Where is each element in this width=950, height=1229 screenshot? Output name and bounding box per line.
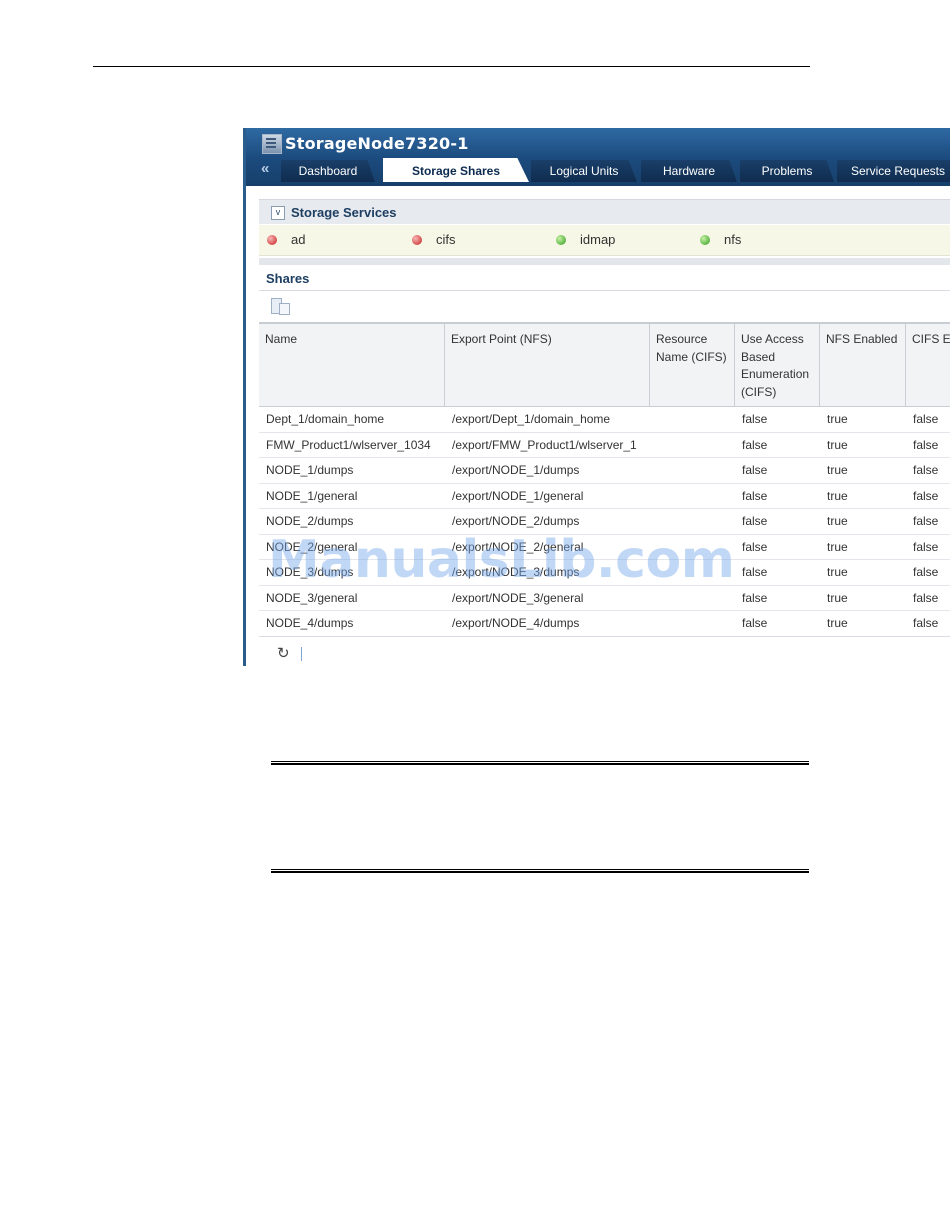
ok-status-icon (700, 234, 710, 245)
storage-services-row: ad cifs idmap nfs (259, 225, 950, 256)
cell-name: Dept_1/domain_home (266, 412, 385, 426)
cell-export-point: /export/NODE_1/dumps (452, 463, 580, 477)
cell-access-enum: false (742, 565, 768, 579)
cell-resource-name (650, 484, 735, 508)
cell-nfs-enabled: true (827, 437, 848, 452)
service-name: ad (291, 232, 306, 247)
column-header-name[interactable]: Name (259, 324, 445, 406)
cell-cifs-enabled: false (913, 616, 939, 630)
divider (259, 636, 950, 637)
cell-cifs-enabled: false (913, 412, 939, 426)
cell-export-point: /export/Dept_1/domain_home (452, 412, 611, 426)
app-title: StorageNode7320-1 (285, 134, 469, 153)
cell-access-enum: false (742, 437, 768, 452)
section-divider (259, 258, 950, 265)
toolbar-separator (301, 647, 302, 661)
cell-cifs-enabled: false (913, 565, 939, 579)
cell-export-point: /export/NODE_4/dumps (452, 616, 580, 630)
column-header-access-based-enumeration[interactable]: Use Access Based Enumeration (CIFS) (735, 324, 820, 406)
cell-export-point: /export/FMW_Product1/wlserver_1 (452, 437, 637, 452)
cell-name: NODE_4/dumps (266, 616, 354, 630)
collapse-panel-icon[interactable]: « (261, 160, 269, 177)
service-name: cifs (436, 232, 456, 247)
cell-cifs-enabled: false (913, 590, 939, 605)
note-top-rule (271, 761, 809, 765)
column-header-export-point[interactable]: Export Point (NFS) (445, 324, 650, 406)
tab-service-requests[interactable]: Service Requests (837, 160, 950, 182)
table-body: Dept_1/domain_home/export/Dept_1/domain_… (259, 407, 950, 637)
cell-name: NODE_1/general (266, 488, 358, 503)
ok-status-icon (556, 234, 566, 245)
share-details-icon[interactable] (271, 298, 290, 315)
cell-access-enum: false (742, 616, 768, 630)
table-header-row: Name Export Point (NFS) Resource Name (C… (259, 324, 950, 407)
cell-access-enum: false (742, 590, 768, 605)
service-nfs: nfs (700, 232, 741, 247)
divider (259, 290, 950, 291)
tab-logical-units[interactable]: Logical Units (531, 160, 637, 182)
service-name: idmap (580, 232, 616, 247)
cell-nfs-enabled: true (827, 412, 848, 426)
cell-resource-name (650, 407, 735, 431)
watermark: ManualsLib.com (268, 530, 735, 590)
table-row[interactable]: NODE_1/general/export/NODE_1/general fals… (259, 484, 950, 509)
column-header-nfs-enabled[interactable]: NFS Enabled (820, 324, 906, 406)
cell-resource-name (650, 433, 735, 457)
storage-node-icon (262, 134, 282, 154)
cell-access-enum: false (742, 412, 768, 426)
title-bar: StorageNode7320-1 « Dashboard Storage Sh… (246, 128, 950, 186)
shares-title: Shares (266, 271, 310, 286)
error-status-icon (412, 234, 422, 245)
cell-resource-name (650, 611, 735, 635)
storage-services-title: Storage Services (291, 205, 397, 220)
cell-nfs-enabled: true (827, 488, 848, 503)
service-cifs: cifs (412, 232, 456, 247)
page-top-rule (93, 66, 810, 67)
frame-left-border (243, 128, 246, 666)
cell-name: FMW_Product1/wlserver_1034 (266, 437, 431, 452)
table-row[interactable]: NODE_1/dumps/export/NODE_1/dumps false tru… (259, 458, 950, 484)
cell-access-enum: false (742, 539, 768, 554)
cell-nfs-enabled: true (827, 590, 848, 605)
cell-export-point: /export/NODE_1/general (452, 488, 584, 503)
cell-cifs-enabled: false (913, 514, 939, 528)
tab-hardware[interactable]: Hardware (641, 160, 737, 182)
cell-access-enum: false (742, 488, 768, 503)
table-row[interactable]: Dept_1/domain_home/export/Dept_1/domain_… (259, 407, 950, 433)
cell-cifs-enabled: false (913, 488, 939, 503)
cell-name: NODE_1/dumps (266, 463, 354, 477)
table-row[interactable]: FMW_Product1/wlserver_1034/export/FMW_Pr… (259, 433, 950, 458)
cell-nfs-enabled: true (827, 539, 848, 554)
service-name: nfs (724, 232, 742, 247)
cell-access-enum: false (742, 463, 768, 477)
refresh-icon[interactable]: ↻ (277, 644, 290, 662)
cell-cifs-enabled: false (913, 437, 939, 452)
cell-cifs-enabled: false (913, 539, 939, 554)
cell-nfs-enabled: true (827, 463, 848, 477)
service-idmap: idmap (556, 232, 615, 247)
cell-resource-name (650, 458, 735, 482)
cell-nfs-enabled: true (827, 616, 848, 630)
column-header-cifs-enabled[interactable]: CIFS En (906, 324, 950, 406)
tab-problems[interactable]: Problems (740, 160, 834, 182)
error-status-icon (267, 234, 277, 245)
tab-dashboard[interactable]: Dashboard (281, 160, 375, 182)
service-ad: ad (267, 232, 305, 247)
cell-access-enum: false (742, 514, 768, 528)
cell-nfs-enabled: true (827, 514, 848, 528)
tab-storage-shares[interactable]: Storage Shares (383, 158, 529, 182)
cell-nfs-enabled: true (827, 565, 848, 579)
note-bottom-rule (271, 869, 809, 873)
column-header-resource-name[interactable]: Resource Name (CIFS) (650, 324, 735, 406)
cell-cifs-enabled: false (913, 463, 939, 477)
storage-services-header: v Storage Services (259, 199, 950, 224)
collapse-toggle-icon[interactable]: v (271, 206, 285, 220)
table-row[interactable]: NODE_4/dumps/export/NODE_4/dumps false tru… (259, 611, 950, 637)
